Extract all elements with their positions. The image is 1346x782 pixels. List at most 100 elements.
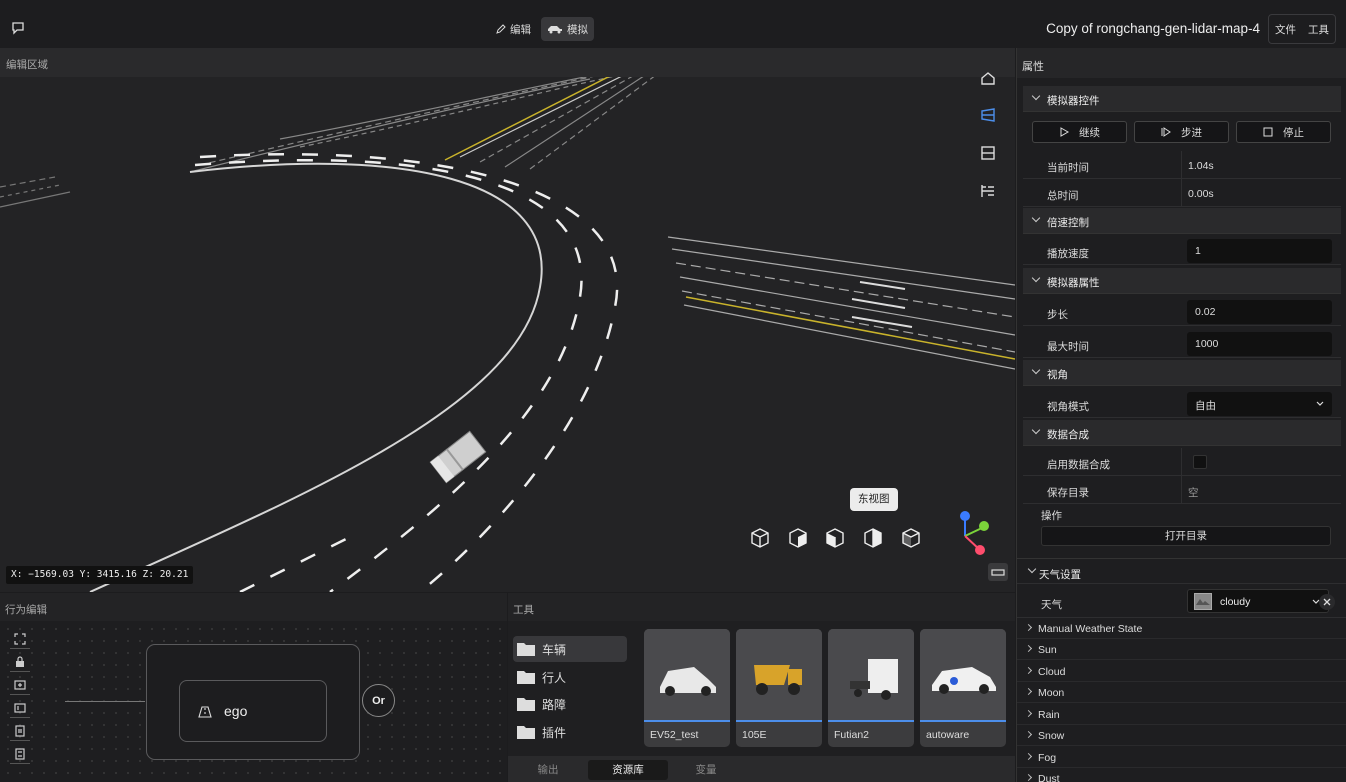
behavior-tab: 行为编辑 <box>0 593 507 621</box>
total-time-row: 总时间 0.00s <box>1023 179 1341 207</box>
road-scene[interactable] <box>0 77 1015 592</box>
sim-mode-button[interactable]: 模拟 <box>541 17 594 41</box>
asset-card[interactable]: autoware <box>920 629 1006 747</box>
enable-synth-checkbox[interactable] <box>1193 455 1207 469</box>
folder-label: 路障 <box>542 697 567 712</box>
view-mode-select[interactable]: 自由 <box>1187 392 1332 416</box>
document-title: Copy of rongchang-gen-lidar-map-4 <box>1046 21 1260 36</box>
asset-underline <box>920 720 1006 722</box>
view-mode-row: 视角模式 自由 <box>1023 390 1341 418</box>
section-sim-props[interactable]: 模拟器属性 <box>1023 268 1341 294</box>
copy-node-icon[interactable] <box>10 721 30 741</box>
asset-name: EV52_test <box>650 729 699 741</box>
chevron-right-icon <box>1024 687 1033 696</box>
stop-button[interactable]: 停止 <box>1236 121 1331 143</box>
asset-card[interactable]: EV52_test <box>644 629 730 747</box>
home-icon[interactable] <box>978 68 998 88</box>
east-view-icon[interactable] <box>862 527 884 549</box>
front-view-icon[interactable] <box>787 527 809 549</box>
dust-row[interactable]: Dust <box>1017 768 1346 782</box>
cloud-row[interactable]: Cloud <box>1017 661 1346 682</box>
section-data-synth[interactable]: 数据合成 <box>1023 420 1341 446</box>
enable-synth-label: 启用数据合成 <box>1047 459 1110 471</box>
weather-select[interactable]: cloudy <box>1187 589 1329 613</box>
folder-obstacles[interactable]: 路障 <box>513 691 627 717</box>
close-icon[interactable] <box>1318 593 1336 611</box>
continue-button[interactable]: 继续 <box>1032 121 1127 143</box>
file-menu[interactable]: 文件 <box>1275 22 1296 37</box>
add-node-icon[interactable] <box>10 675 30 695</box>
tractor-thumbnail <box>828 629 914 721</box>
edit-mode-label: 编辑 <box>510 23 531 36</box>
open-dir-button[interactable]: 打开目录 <box>1041 526 1331 546</box>
behavior-editor[interactable]: 行为编辑 ego Or <box>0 593 507 782</box>
rain-row[interactable]: Rain <box>1017 704 1346 725</box>
ortho-icon[interactable] <box>978 143 998 163</box>
iso-view-icon[interactable] <box>749 527 771 549</box>
insert-node-icon[interactable] <box>10 698 30 718</box>
tab-variables[interactable]: 变量 <box>666 760 746 780</box>
node-label: ego <box>224 703 248 719</box>
asset-card[interactable]: 105E <box>736 629 822 747</box>
step-button[interactable]: 步进 <box>1134 121 1229 143</box>
comment-icon[interactable] <box>10 20 26 36</box>
manual-weather-row[interactable]: Manual Weather State <box>1017 618 1346 639</box>
moon-row[interactable]: Moon <box>1017 682 1346 703</box>
tools-menu[interactable]: 工具 <box>1308 22 1329 37</box>
layers-icon[interactable] <box>978 181 998 201</box>
fit-view-icon[interactable] <box>10 629 30 649</box>
perspective-icon[interactable] <box>978 105 998 125</box>
section-weather[interactable]: 天气设置 <box>1017 558 1346 584</box>
total-time-value: 0.00s <box>1188 188 1214 200</box>
fog-row[interactable]: Fog <box>1017 747 1346 768</box>
asset-underline <box>828 720 914 722</box>
lock-icon[interactable] <box>10 652 30 672</box>
tools-tab: 工具 <box>508 593 1015 621</box>
top-bar: 编辑 模拟 Copy of rongchang-gen-lidar-map-4 … <box>0 0 1346 48</box>
folder-vehicles[interactable]: 车辆 <box>513 636 627 662</box>
section-view[interactable]: 视角 <box>1023 360 1341 386</box>
tab-output[interactable]: 输出 <box>508 760 588 780</box>
snow-row[interactable]: Snow <box>1017 725 1346 746</box>
continue-label: 继续 <box>1079 126 1100 139</box>
folder-plugins[interactable]: 插件 <box>513 719 627 745</box>
axis-gizmo[interactable] <box>940 506 995 558</box>
entity-node[interactable]: ego <box>179 680 327 742</box>
asset-name: autoware <box>926 729 970 741</box>
sequence-node[interactable]: ego <box>146 644 360 760</box>
viewport-tab-label: 编辑区域 <box>6 59 48 71</box>
or-node[interactable]: Or <box>362 684 395 717</box>
step-size-input[interactable]: 0.02 <box>1187 300 1332 324</box>
chevron-right-icon <box>1024 773 1033 782</box>
edge-connector <box>65 701 145 702</box>
play-icon <box>1060 127 1069 137</box>
paste-node-icon[interactable] <box>10 744 30 764</box>
collapse-label: Fog <box>1038 752 1057 764</box>
folder-pedestrians[interactable]: 行人 <box>513 664 627 690</box>
collapse-label: Dust <box>1038 773 1060 782</box>
playback-speed-input[interactable]: 1 <box>1187 239 1332 263</box>
viewport-tab: 编辑区域 <box>0 48 1015 77</box>
ruler-icon <box>991 569 1005 576</box>
asset-card[interactable]: Futian2 <box>828 629 914 747</box>
current-time-row: 当前时间 1.04s <box>1023 151 1341 179</box>
sun-row[interactable]: Sun <box>1017 639 1346 660</box>
view-mode-value: 自由 <box>1195 400 1216 412</box>
folder-icon <box>517 671 535 684</box>
ops-label: 操作 <box>1041 510 1062 522</box>
chevron-down-icon <box>1031 425 1041 435</box>
back-view-icon[interactable] <box>900 527 922 549</box>
section-title: 模拟器属性 <box>1047 277 1100 289</box>
section-speed[interactable]: 倍速控制 <box>1023 208 1341 234</box>
ruler-button[interactable] <box>988 563 1008 581</box>
tab-asset-library[interactable]: 资源库 <box>588 760 668 780</box>
edit-mode-button[interactable]: 编辑 <box>490 17 537 41</box>
chevron-down-icon <box>1031 273 1041 283</box>
chevron-down-icon <box>1031 213 1041 223</box>
chevron-right-icon <box>1024 666 1033 675</box>
stop-icon <box>1263 127 1273 137</box>
side-view-icon[interactable] <box>824 527 846 549</box>
section-sim-controls[interactable]: 模拟器控件 <box>1023 86 1341 112</box>
max-time-input[interactable]: 1000 <box>1187 332 1332 356</box>
folder-icon <box>517 726 535 739</box>
